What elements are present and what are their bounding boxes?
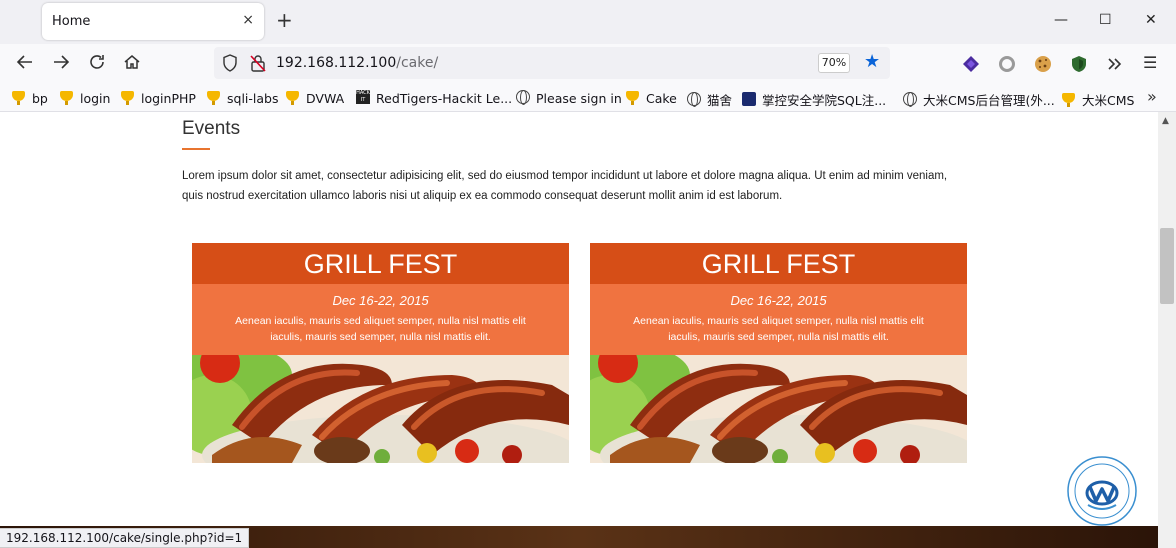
more-tools-chevron-icon[interactable] — [1105, 54, 1125, 74]
event-date: Dec 16-22, 2015 — [332, 293, 429, 308]
bookmark-label: bp — [32, 90, 48, 106]
event-description: Aenean iaculis, mauris sed aliquet sempe… — [235, 315, 526, 343]
bookmark-bp[interactable]: bp — [12, 90, 48, 106]
tab-home[interactable]: Home × — [42, 3, 264, 40]
trophy-icon — [12, 90, 28, 106]
event-description: Aenean iaculis, mauris sed aliquet sempe… — [633, 315, 924, 343]
event-details: Dec 16-22, 2015 Aenean iaculis, mauris s… — [590, 284, 967, 355]
trophy-icon — [207, 90, 223, 106]
forward-button[interactable] — [50, 53, 72, 75]
grilled-sausages-image[interactable] — [192, 355, 569, 463]
bookmark-label: sqli-labs — [227, 90, 279, 106]
bookmark-damicms[interactable]: 大米CMS — [1062, 90, 1134, 109]
hamburger-menu-icon[interactable]: ☰ — [1143, 53, 1157, 72]
trophy-icon — [1062, 92, 1078, 108]
new-tab-button[interactable]: + — [276, 10, 293, 30]
title-underline — [182, 148, 210, 150]
bookmark-redtigers[interactable]: HACK IT RedTigers-Hackit Le... — [356, 90, 512, 106]
cookie-extension-icon[interactable] — [1033, 54, 1053, 74]
bookmark-sqli-labs[interactable]: sqli-labs — [207, 90, 278, 106]
bookmark-star-icon[interactable]: ★ — [864, 51, 880, 72]
bookmark-label: DVWA — [306, 90, 345, 106]
bookmark-label: Cake — [646, 90, 677, 106]
extension-ring-icon[interactable] — [997, 54, 1017, 74]
events-intro-text: Lorem ipsum dolor sit amet, consectetur … — [182, 170, 948, 202]
globe-icon — [903, 91, 919, 108]
close-tab-icon[interactable]: × — [242, 12, 254, 28]
trophy-icon — [286, 90, 302, 106]
page-content: Events Lorem ipsum dolor sit amet, conse… — [0, 112, 1158, 548]
tab-strip: Home × + — ☐ ✕ — [0, 0, 1176, 44]
bookmark-please-sign-in[interactable]: Please sign in — [516, 90, 622, 106]
more-bookmarks-chevron-icon[interactable]: » — [1147, 87, 1157, 106]
bookmark-label: RedTigers-Hackit Le... — [376, 90, 513, 106]
bookmark-maoshe[interactable]: 猫舍 — [687, 90, 732, 109]
bookmark-label: login — [80, 90, 111, 106]
event-title[interactable]: GRILL FEST — [590, 243, 967, 284]
watermark-logo-icon — [1066, 455, 1138, 527]
maximize-button[interactable]: ☐ — [1099, 12, 1112, 28]
url-text[interactable]: 192.168.112.100/cake/ — [276, 55, 438, 71]
scroll-up-arrow-icon[interactable]: ▲ — [1162, 116, 1169, 126]
trophy-icon — [121, 90, 137, 106]
back-arrow-icon — [16, 55, 32, 69]
event-card[interactable]: GRILL FEST Dec 16-22, 2015 Aenean iaculi… — [192, 243, 569, 463]
bookmark-dvwa[interactable]: DVWA — [286, 90, 344, 106]
event-details: Dec 16-22, 2015 Aenean iaculis, mauris s… — [192, 284, 569, 355]
globe-icon — [687, 91, 703, 108]
home-button[interactable] — [121, 53, 143, 75]
redtigers-icon: HACK IT — [356, 90, 370, 104]
reload-button[interactable] — [86, 53, 108, 75]
trophy-icon — [60, 90, 76, 106]
close-window-button[interactable]: ✕ — [1145, 12, 1157, 28]
bookmark-label: 猫舍 — [707, 93, 733, 108]
url-host: 192.168.112.100 — [276, 55, 397, 71]
bookmark-label: Please sign in — [536, 90, 622, 106]
bookmark-label: 大米CMS — [1082, 93, 1135, 108]
bookmark-cake[interactable]: Cake — [626, 90, 677, 106]
bookmarks-toolbar: bp login loginPHP sqli-labs DVWA HACK IT R… — [0, 84, 1176, 112]
tab-title: Home — [52, 14, 91, 29]
globe-icon — [516, 90, 532, 106]
bookmark-label: 掌控安全学院SQL注... — [762, 93, 887, 108]
scrollbar-thumb[interactable] — [1160, 228, 1174, 304]
bookmark-label: 大米CMS后台管理(外... — [923, 93, 1055, 108]
trophy-icon — [626, 90, 642, 106]
zkaq-icon — [742, 91, 758, 108]
link-status-bar: 192.168.112.100/cake/single.php?id=1 — [0, 528, 250, 548]
extension-purple-icon[interactable] — [961, 54, 981, 74]
event-date: Dec 16-22, 2015 — [730, 293, 827, 308]
grilled-sausages-image[interactable] — [590, 355, 967, 463]
page-scrollbar[interactable]: ▲ — [1158, 112, 1176, 548]
shield-extension-icon[interactable] — [1069, 54, 1089, 74]
event-title[interactable]: GRILL FEST — [192, 243, 569, 284]
bookmark-login[interactable]: login — [60, 90, 110, 106]
bookmark-label: loginPHP — [141, 90, 196, 106]
tracking-protection-shield-icon[interactable] — [222, 54, 238, 76]
navigation-bar: 192.168.112.100/cake/ 70% ★ ☰ — [0, 44, 1176, 84]
url-path: /cake/ — [396, 55, 439, 71]
bookmark-zkaq-sql[interactable]: 掌控安全学院SQL注... — [742, 90, 886, 109]
home-icon — [124, 55, 140, 69]
insecure-lock-icon[interactable] — [250, 54, 266, 76]
section-title: Events — [182, 118, 241, 139]
minimize-button[interactable]: — — [1054, 12, 1068, 28]
reload-icon — [90, 55, 104, 69]
event-card[interactable]: GRILL FEST Dec 16-22, 2015 Aenean iaculi… — [590, 243, 967, 463]
back-button[interactable] — [14, 53, 36, 75]
address-bar[interactable]: 192.168.112.100/cake/ 70% ★ — [214, 47, 890, 79]
bookmark-damicms-admin[interactable]: 大米CMS后台管理(外... — [903, 90, 1055, 109]
zoom-level-button[interactable]: 70% — [818, 53, 850, 73]
forward-arrow-icon — [54, 55, 70, 69]
bookmark-loginphp[interactable]: loginPHP — [121, 90, 196, 106]
